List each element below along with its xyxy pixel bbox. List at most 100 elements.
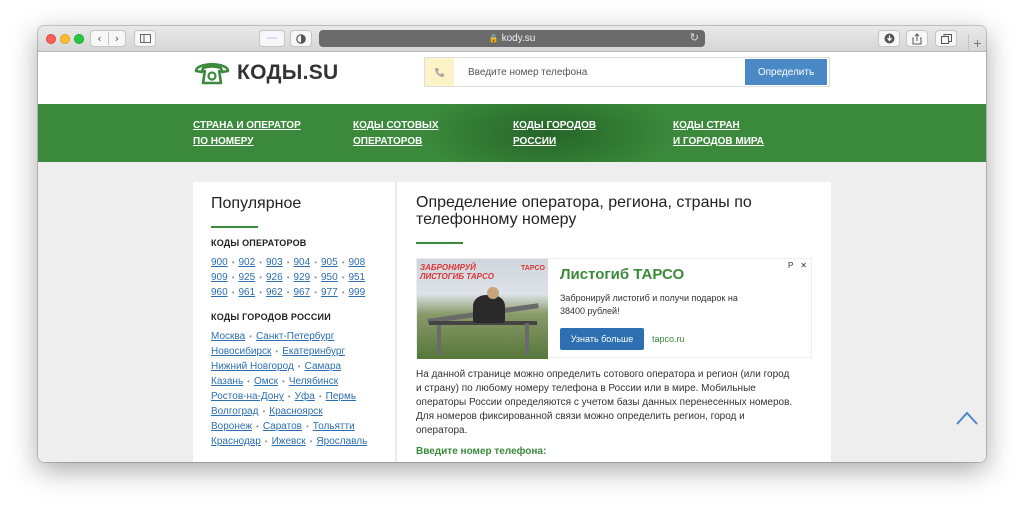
title-underline <box>211 226 258 228</box>
city-link[interactable]: Воронеж <box>211 421 252 432</box>
operator-code-link[interactable]: 977 <box>321 285 338 300</box>
page-content: Популярное КОДЫ ОПЕРАТОРОВ 900 • 902 • 903 • 9… <box>193 182 831 462</box>
operator-code-link[interactable]: 967 <box>294 285 311 300</box>
operator-code-link[interactable]: 926 <box>266 270 283 285</box>
cities-heading: КОДЫ ГОРОДОВ РОССИИ <box>211 312 331 322</box>
city-link[interactable]: Санкт-Петербург <box>256 331 334 342</box>
separator-dot: • <box>286 273 290 282</box>
tabs-overview-button[interactable] <box>935 30 957 47</box>
separator-dot: • <box>309 437 313 446</box>
city-link[interactable]: Москва <box>211 331 245 342</box>
separator-dot: • <box>262 407 266 416</box>
operator-code-link[interactable]: 925 <box>239 270 256 285</box>
city-link[interactable]: Ростов-на-Дону <box>211 391 284 402</box>
site-logo[interactable]: КОДЫ.SU <box>193 59 339 87</box>
operator-code-link[interactable]: 950 <box>321 270 338 285</box>
phone-icon <box>425 58 454 86</box>
new-tab-button[interactable]: + <box>968 34 986 52</box>
operator-code-link[interactable]: 900 <box>211 255 228 270</box>
city-link[interactable]: Самара <box>305 361 341 372</box>
share-button[interactable] <box>906 30 928 47</box>
history-nav: ‹ › <box>90 30 126 47</box>
close-icon[interactable]: ✕ <box>800 261 807 270</box>
operator-code-link[interactable]: 960 <box>211 285 228 300</box>
city-row: Воронеж • Саратов • Тольятти <box>211 419 377 434</box>
separator-dot: • <box>259 288 262 297</box>
chevron-up-icon <box>956 411 978 425</box>
separator-dot: • <box>231 258 235 267</box>
plus-icon: + <box>973 35 982 51</box>
advertisement[interactable]: ЗАБРОНИРУЙ ЛИСТОГИБ ТАРСО TAPCO Листогиб … <box>416 258 812 359</box>
reload-icon[interactable]: ↻ <box>690 31 699 44</box>
ad-domain[interactable]: tapco.ru <box>652 334 685 344</box>
ad-image[interactable]: ЗАБРОНИРУЙ ЛИСТОГИБ ТАРСО TAPCO <box>417 259 548 359</box>
separator-dot: • <box>286 288 290 297</box>
separator-dot: • <box>231 273 235 282</box>
shield-icon <box>296 33 306 44</box>
sidebar-toggle-button[interactable] <box>134 30 156 47</box>
operator-code-link[interactable]: 929 <box>294 270 311 285</box>
separator-dot: • <box>286 258 290 267</box>
zoom-window-button[interactable] <box>74 34 84 44</box>
nav-city-codes[interactable]: Коды городов России <box>513 118 596 150</box>
city-links-list: Москва • Санкт-Петербург Новосибирск • Екатер… <box>211 329 377 449</box>
phone-search-form: Определить <box>424 57 830 87</box>
city-link[interactable]: Волгоград <box>211 406 258 417</box>
close-window-button[interactable] <box>46 34 56 44</box>
operator-code-link[interactable]: 903 <box>266 255 283 270</box>
city-link[interactable]: Ярославль <box>316 436 367 447</box>
nav-country-codes[interactable]: Коды стран и городов мира <box>673 118 764 150</box>
title-underline <box>416 242 463 244</box>
city-link[interactable]: Тольятти <box>313 421 355 432</box>
downloads-button[interactable] <box>878 30 900 47</box>
operator-code-link[interactable]: 999 <box>349 285 366 300</box>
determine-button[interactable]: Определить <box>745 59 827 85</box>
back-arrow-icon[interactable]: ‹ <box>91 32 108 45</box>
city-row: Казань • Омск • Челябинск <box>211 374 377 389</box>
ad-title[interactable]: Листогиб ТАРСО <box>560 266 760 283</box>
forward-arrow-icon[interactable]: › <box>107 32 125 45</box>
adchoices-icon[interactable]: P <box>788 261 793 270</box>
reader-button[interactable]: ···· <box>259 30 285 47</box>
operator-code-link[interactable]: 902 <box>239 255 256 270</box>
operator-code-link[interactable]: 951 <box>349 270 366 285</box>
privacy-button[interactable] <box>290 30 312 47</box>
browser-toolbar: ‹ › ···· 🔒 kody.su ↻ + <box>38 26 986 52</box>
share-icon <box>912 32 922 44</box>
tabs-icon <box>940 33 952 44</box>
minimize-window-button[interactable] <box>60 34 70 44</box>
city-link[interactable]: Новосибирск <box>211 346 271 357</box>
city-link[interactable]: Красноярск <box>269 406 322 417</box>
operator-code-link[interactable]: 908 <box>349 255 366 270</box>
city-link[interactable]: Саратов <box>263 421 302 432</box>
scroll-to-top-button[interactable] <box>956 411 978 425</box>
separator-dot: • <box>341 273 345 282</box>
city-link[interactable]: Уфа <box>295 391 315 402</box>
operator-code-link[interactable]: 961 <box>239 285 256 300</box>
nav-mobile-codes[interactable]: Коды сотовых операторов <box>353 118 439 150</box>
separator-dot: • <box>314 273 317 282</box>
ad-body: Листогиб ТАРСО Забронируй листогиб и пол… <box>548 259 772 357</box>
ad-text: Забронируй листогиб и получи подарок на … <box>560 293 738 316</box>
city-link[interactable]: Пермь <box>326 391 356 402</box>
phone-number-input[interactable] <box>454 58 743 86</box>
separator-dot: • <box>314 258 317 267</box>
nav-country-operator[interactable]: Страна и оператор по номеру <box>193 118 301 150</box>
city-link[interactable]: Ижевск <box>272 436 306 447</box>
operator-code-link[interactable]: 905 <box>321 255 338 270</box>
operator-code-link[interactable]: 904 <box>294 255 311 270</box>
separator-dot: • <box>282 377 285 386</box>
city-link[interactable]: Екатеринбург <box>282 346 345 357</box>
city-link[interactable]: Омск <box>254 376 278 387</box>
operator-code-link[interactable]: 909 <box>211 270 228 285</box>
city-link[interactable]: Краснодар <box>211 436 261 447</box>
address-bar[interactable]: 🔒 kody.su ↻ <box>319 30 705 47</box>
popular-sidebar: Популярное КОДЫ ОПЕРАТОРОВ 900 • 902 • 903 • 9… <box>193 182 396 462</box>
city-link[interactable]: Нижний Новгород <box>211 361 294 372</box>
city-link[interactable]: Казань <box>211 376 243 387</box>
learn-more-button[interactable]: Узнать больше <box>560 328 644 350</box>
operator-code-link[interactable]: 962 <box>266 285 283 300</box>
person-head-shape <box>487 287 499 299</box>
separator-dot: • <box>259 273 262 282</box>
city-link[interactable]: Челябинск <box>289 376 338 387</box>
